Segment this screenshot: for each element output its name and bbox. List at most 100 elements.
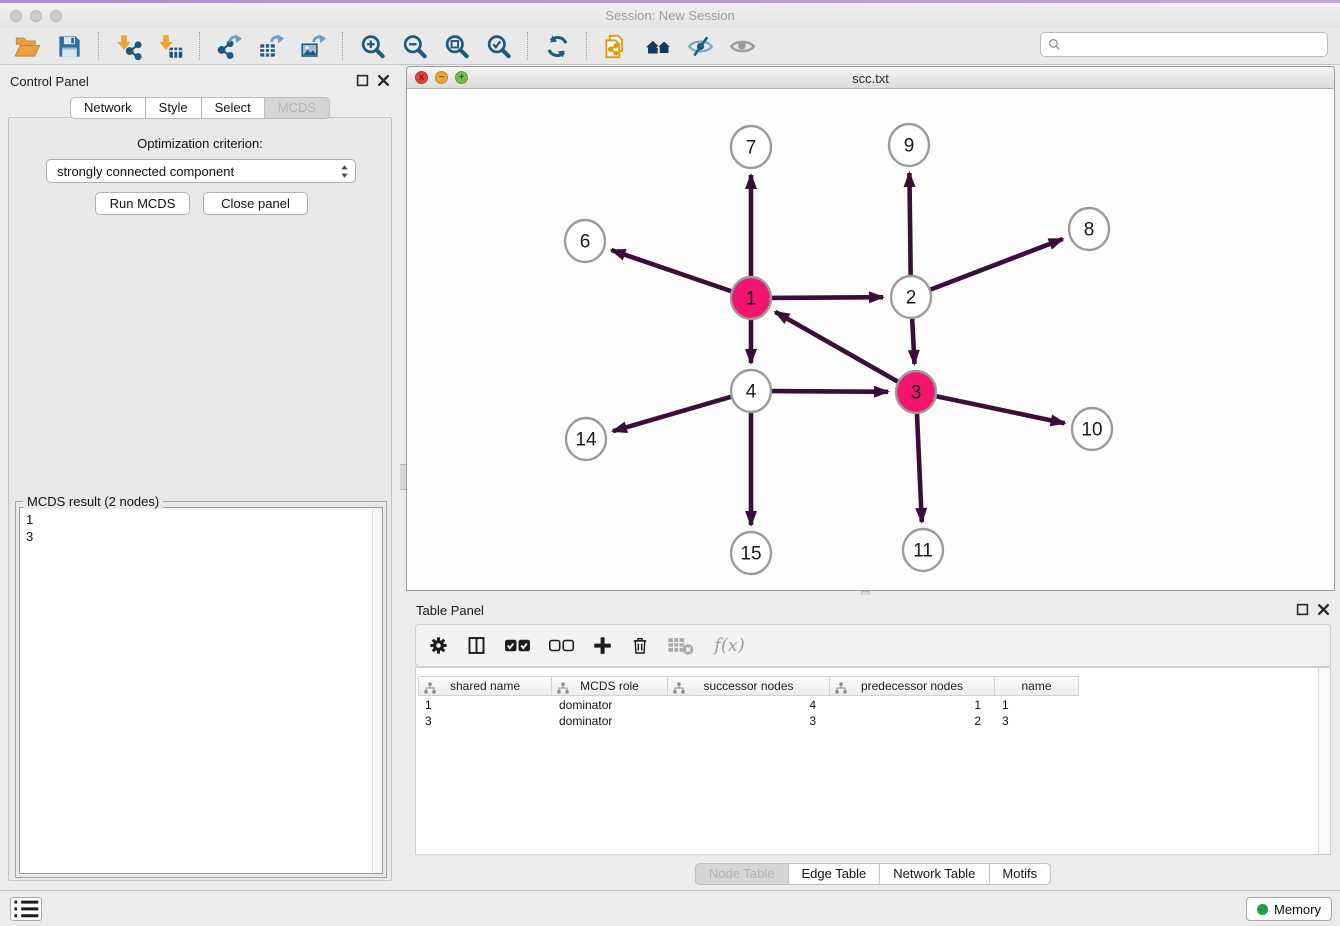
close-panel-icon[interactable] — [377, 74, 390, 87]
function-builder-icon: f(x) — [712, 634, 748, 657]
zoom-out-button[interactable] — [399, 31, 429, 61]
save-session-button[interactable] — [54, 31, 84, 61]
tab-select[interactable]: Select — [202, 97, 265, 119]
tab-network[interactable]: Network — [70, 97, 146, 119]
graph-edge-2-8[interactable] — [930, 239, 1063, 290]
graph-node-3[interactable]: 3 — [896, 371, 936, 413]
network-window-titlebar[interactable]: x − + scc.txt — [407, 67, 1334, 89]
graph-node-14[interactable]: 14 — [566, 418, 606, 460]
table-cell[interactable]: 4 — [668, 697, 830, 713]
graph-edge-3-10[interactable] — [936, 396, 1065, 423]
create-column-button[interactable] — [592, 635, 613, 656]
delete-table-button[interactable] — [667, 635, 695, 656]
function-builder-button[interactable]: f(x) — [712, 634, 748, 657]
table-row[interactable]: 1dominator411 — [418, 697, 1316, 713]
svg-text:6: 6 — [580, 232, 591, 253]
graph-node-10[interactable]: 10 — [1072, 408, 1112, 450]
graph-edge-4-14[interactable] — [613, 397, 732, 432]
graph-edge-1-2[interactable] — [771, 297, 883, 298]
table-scrollbar[interactable] — [1318, 668, 1330, 854]
refresh-button[interactable] — [542, 31, 572, 61]
graph-node-4[interactable]: 4 — [731, 370, 771, 412]
table-cell[interactable]: 3 — [668, 713, 830, 729]
table-cell[interactable]: dominator — [552, 713, 668, 729]
import-table-button[interactable] — [155, 31, 185, 61]
show-all-icon — [729, 33, 756, 60]
tab-edge-table[interactable]: Edge Table — [788, 863, 880, 885]
zoom-out-icon — [401, 33, 428, 60]
zoom-in-button[interactable] — [357, 31, 387, 61]
close-panel-button[interactable]: Close panel — [203, 192, 308, 215]
select-all-button[interactable] — [504, 636, 531, 655]
task-history-button[interactable] — [10, 897, 42, 921]
tab-network-table[interactable]: Network Table — [880, 863, 989, 885]
column-settings-button[interactable] — [428, 635, 449, 656]
main-titlebar: Session: New Session — [0, 3, 1340, 28]
zoom-fit-icon — [443, 33, 470, 60]
open-session-button[interactable] — [12, 31, 42, 61]
mcds-result-textarea[interactable]: 13 — [19, 507, 383, 874]
table-cell[interactable]: 1 — [830, 697, 995, 713]
graph-node-9[interactable]: 9 — [889, 124, 929, 166]
export-table-button[interactable] — [256, 31, 286, 61]
table-cell[interactable]: 1 — [995, 697, 1079, 713]
table-cell[interactable]: 3 — [418, 713, 552, 729]
search-input[interactable] — [1040, 32, 1328, 57]
graph-edge-3-1[interactable] — [775, 312, 898, 382]
criterion-dropdown[interactable]: strongly connected component — [46, 159, 356, 183]
memory-button[interactable]: Memory — [1246, 897, 1332, 921]
control-panel: Control Panel NetworkStyleSelectMCDS Opt… — [0, 66, 400, 890]
tab-node-table[interactable]: Node Table — [695, 863, 789, 885]
duplicate-network-button[interactable] — [601, 31, 631, 61]
panel-layout-button[interactable] — [466, 635, 487, 656]
zoom-selected-button[interactable] — [483, 31, 513, 61]
graph-edge-2-9[interactable] — [909, 173, 910, 277]
run-mcds-button[interactable]: Run MCDS — [95, 192, 190, 215]
graph-node-2[interactable]: 2 — [891, 276, 931, 318]
import-network-button[interactable] — [113, 31, 143, 61]
tab-mcds[interactable]: MCDS — [265, 97, 330, 119]
graph-node-6[interactable]: 6 — [565, 220, 605, 262]
memory-status-dot — [1257, 904, 1268, 915]
column-header-shared-name[interactable]: shared name — [418, 676, 552, 696]
status-bar: Memory — [0, 890, 1340, 926]
table-cell[interactable]: 1 — [418, 697, 552, 713]
hide-selected-button[interactable] — [685, 31, 715, 61]
graph-node-15[interactable]: 15 — [731, 532, 771, 574]
delete-column-button[interactable] — [630, 635, 650, 656]
column-header-successor-nodes[interactable]: successor nodes — [668, 676, 830, 696]
table-cell[interactable]: 2 — [830, 713, 995, 729]
tab-motifs[interactable]: Motifs — [989, 863, 1051, 885]
column-header-predecessor-nodes[interactable]: predecessor nodes — [830, 676, 995, 696]
import-table-icon — [157, 33, 184, 60]
result-scrollbar[interactable] — [372, 508, 382, 873]
graph-node-7[interactable]: 7 — [731, 126, 771, 168]
tab-style[interactable]: Style — [146, 97, 202, 119]
table-cell[interactable]: 3 — [995, 713, 1079, 729]
table-row[interactable]: 3dominator323 — [418, 713, 1316, 729]
graph-node-8[interactable]: 8 — [1069, 208, 1109, 250]
float-table-panel-icon[interactable] — [1296, 603, 1309, 616]
deselect-all-button[interactable] — [548, 636, 575, 655]
export-image-button[interactable] — [298, 31, 328, 61]
show-all-button[interactable] — [727, 31, 757, 61]
export-network-button[interactable] — [214, 31, 244, 61]
table-panel: Table Panel f(x) shared nameMCDS rolesuc… — [406, 595, 1340, 890]
column-header-name[interactable]: name — [995, 676, 1079, 696]
table-cell[interactable]: dominator — [552, 697, 668, 713]
network-canvas[interactable]: 7 9 6 8 1 2 4 3 14 10 15 11 — [407, 89, 1334, 590]
main-toolbar-icons — [6, 28, 763, 64]
zoom-fit-button[interactable] — [441, 31, 471, 61]
column-header-mcds-role[interactable]: MCDS role — [552, 676, 668, 696]
graph-node-11[interactable]: 11 — [903, 529, 943, 571]
hierarchy-icon — [557, 681, 569, 693]
graph-edge-3-11[interactable] — [917, 412, 922, 522]
close-table-panel-icon[interactable] — [1317, 603, 1330, 616]
delete-column-icon — [630, 635, 650, 656]
first-neighbors-button[interactable] — [643, 31, 673, 61]
graph-edge-4-3[interactable] — [771, 391, 888, 392]
graph-node-1[interactable]: 1 — [731, 277, 771, 319]
graph-edge-1-6[interactable] — [612, 250, 733, 291]
float-panel-icon[interactable] — [356, 74, 369, 87]
graph-edge-2-3[interactable] — [912, 317, 914, 364]
